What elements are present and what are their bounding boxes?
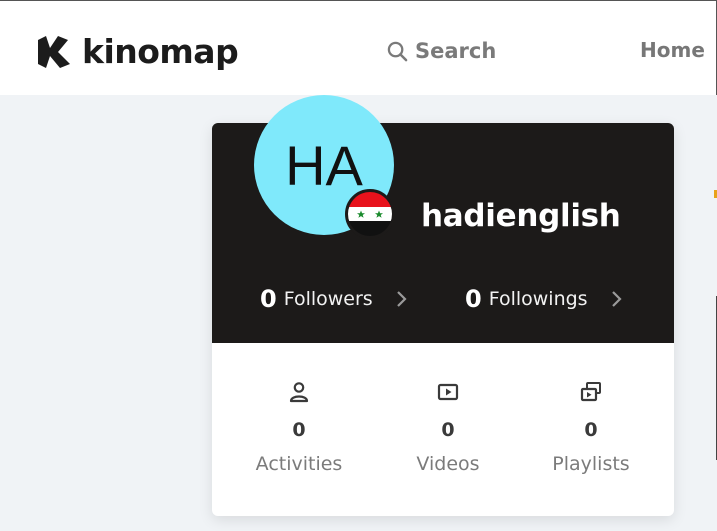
videos-label: Videos — [416, 453, 480, 475]
profile-stats: 0 Activities 0 Videos 0 Playlists — [212, 381, 674, 501]
profile-card: 0 Followers 0 Followings hadienglish HA — [212, 95, 674, 516]
user-icon — [289, 382, 309, 403]
stat-activities[interactable]: 0 Activities — [239, 381, 359, 475]
followings-count: 0 — [465, 285, 482, 313]
top-bar: kinomap Search Home — [0, 0, 717, 95]
followings-link[interactable]: 0 Followings — [465, 285, 622, 313]
playlist-icon — [580, 382, 601, 402]
search-label: Search — [415, 39, 497, 63]
kinomap-logo[interactable]: kinomap — [36, 31, 239, 71]
chevron-right-icon — [396, 291, 407, 307]
videos-count: 0 — [441, 419, 455, 441]
nav-home-link[interactable]: Home — [640, 38, 705, 62]
followers-label: Followers — [283, 288, 373, 310]
playlists-count: 0 — [584, 419, 598, 441]
followers-link[interactable]: 0 Followers — [260, 285, 407, 313]
followings-label: Followings — [488, 288, 588, 310]
search-button[interactable]: Search — [387, 39, 496, 63]
kinomap-logo-icon — [38, 36, 70, 68]
playlists-label: Playlists — [552, 453, 630, 475]
logo-text: kinomap — [82, 31, 239, 71]
chevron-right-icon — [611, 291, 622, 307]
followers-count: 0 — [260, 285, 277, 313]
activities-label: Activities — [255, 453, 343, 475]
video-icon — [437, 383, 459, 401]
search-icon — [387, 41, 408, 61]
profile-username: hadienglish — [421, 198, 621, 234]
activities-count: 0 — [292, 419, 306, 441]
stat-videos[interactable]: 0 Videos — [388, 381, 508, 475]
syria-flag-icon — [345, 189, 395, 239]
stat-playlists[interactable]: 0 Playlists — [531, 381, 651, 475]
